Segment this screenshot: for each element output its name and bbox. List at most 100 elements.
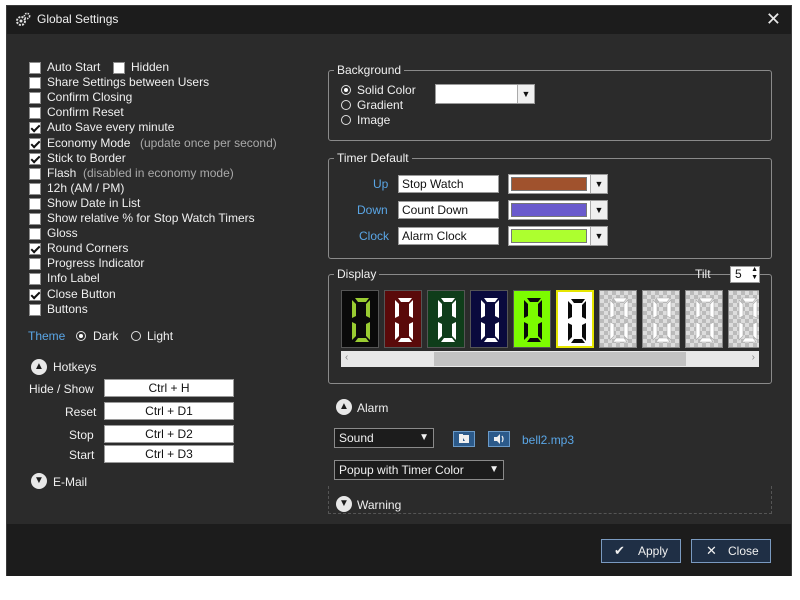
display-digit-preview[interactable]: 0 xyxy=(599,290,637,348)
background-image-label: Image xyxy=(357,113,391,127)
option-checkbox[interactable] xyxy=(29,304,41,316)
display-digit-preview[interactable]: 0 xyxy=(341,290,379,348)
timer-row-name-field[interactable]: Stop Watch xyxy=(398,175,499,193)
option-checkbox[interactable] xyxy=(29,213,41,225)
tilt-up-icon[interactable]: ▲ xyxy=(751,266,758,273)
chevron-down-icon[interactable]: ▼ xyxy=(517,85,534,103)
option-checkbox[interactable] xyxy=(29,243,41,255)
option-checkbox[interactable] xyxy=(29,92,41,104)
timer-row-color-swatch xyxy=(511,229,587,243)
option-note: (update once per second) xyxy=(140,136,277,150)
scroll-right-icon[interactable]: › xyxy=(752,352,755,363)
popup-select[interactable]: Popup with Timer Color ▼ xyxy=(334,460,504,480)
display-digit-preview[interactable]: 0 xyxy=(685,290,723,348)
option-checkbox[interactable] xyxy=(29,183,41,195)
hotkey-field-stop[interactable]: Ctrl + D2 xyxy=(104,425,234,443)
chevron-up-icon[interactable]: ▲ xyxy=(336,399,352,415)
display-digit-preview[interactable]: 0 xyxy=(728,290,759,348)
option-checkbox[interactable] xyxy=(29,138,41,150)
option-label: Gloss xyxy=(47,226,78,240)
theme-dark-radio[interactable] xyxy=(76,331,86,341)
hotkey-field-start[interactable]: Ctrl + D3 xyxy=(104,445,234,463)
scroll-left-icon[interactable]: ‹ xyxy=(345,352,348,363)
digit-value: 0 xyxy=(604,295,605,296)
hotkey-label-reset: Reset xyxy=(65,405,97,419)
theme-label: Theme xyxy=(28,329,66,343)
window-close-icon[interactable]: ✕ xyxy=(766,9,781,30)
apply-label: Apply xyxy=(638,544,669,558)
option-checkbox[interactable] xyxy=(29,289,41,301)
display-digit-preview[interactable]: 0 xyxy=(470,290,508,348)
chevron-down-icon[interactable]: ▼ xyxy=(31,473,47,489)
timer-row-color-swatch xyxy=(511,203,587,217)
speaker-icon[interactable] xyxy=(488,431,510,447)
option-checkbox[interactable] xyxy=(29,107,41,119)
option-label: Confirm Closing xyxy=(47,90,133,104)
background-solid-radio[interactable] xyxy=(341,85,351,95)
display-title: Display xyxy=(334,267,380,281)
hotkey-field-reset[interactable]: Ctrl + D1 xyxy=(104,402,234,420)
theme-dark-label: Dark xyxy=(93,329,119,343)
email-title[interactable]: E-Mail xyxy=(53,475,87,489)
display-digit-preview[interactable]: 0 xyxy=(427,290,465,348)
option-checkbox[interactable] xyxy=(29,62,41,74)
hotkey-field-hide-show[interactable]: Ctrl + H xyxy=(104,379,234,397)
background-color-picker[interactable]: ▼ xyxy=(435,84,535,104)
background-color-swatch xyxy=(438,87,514,101)
tilt-down-icon[interactable]: ▼ xyxy=(751,274,758,281)
display-digit-preview[interactable]: 0 xyxy=(642,290,680,348)
hidden-checkbox[interactable] xyxy=(113,62,125,74)
display-scrollbar[interactable]: ‹ › xyxy=(341,351,759,367)
option-label: Share Settings between Users xyxy=(47,75,210,89)
option-checkbox[interactable] xyxy=(29,122,41,134)
scrollbar-thumb[interactable] xyxy=(434,352,686,366)
tilt-stepper[interactable]: 5 ▲ ▼ xyxy=(730,266,760,283)
timer-row-label: Clock xyxy=(359,229,390,243)
option-label: Close Button xyxy=(47,287,116,301)
timer-row-color-picker[interactable]: ▼ xyxy=(508,200,608,220)
display-digit-preview[interactable]: 0 xyxy=(556,290,594,348)
theme-light-radio[interactable] xyxy=(131,331,141,341)
timer-row-label: Up xyxy=(373,177,389,191)
option-checkbox[interactable] xyxy=(29,228,41,240)
timer-default-title: Timer Default xyxy=(334,151,412,165)
settings-content: Auto Start Share Settings between Users Co… xyxy=(7,34,791,524)
theme-light-label: Light xyxy=(147,329,174,343)
open-folder-icon[interactable] xyxy=(453,431,475,447)
hotkey-label-hide-show: Hide / Show xyxy=(29,382,94,396)
option-label: Progress Indicator xyxy=(47,256,145,270)
display-digit-preview[interactable]: 0 xyxy=(513,290,551,348)
timer-row-color-picker[interactable]: ▼ xyxy=(508,226,608,246)
option-label: Buttons xyxy=(47,302,88,316)
option-checkbox[interactable] xyxy=(29,77,41,89)
sound-select[interactable]: Sound ▼ xyxy=(334,428,434,448)
alarm-file-link[interactable]: bell2.mp3 xyxy=(522,433,574,447)
timer-row-color-picker[interactable]: ▼ xyxy=(508,174,608,194)
hotkeys-title[interactable]: Hotkeys xyxy=(53,360,96,374)
background-gradient-label: Gradient xyxy=(357,98,404,112)
chevron-down-icon[interactable]: ▼ xyxy=(590,201,607,219)
background-gradient-radio[interactable] xyxy=(341,100,351,110)
option-label: Show Date in List xyxy=(47,196,141,210)
background-title: Background xyxy=(334,63,405,77)
option-checkbox[interactable] xyxy=(29,168,41,180)
timer-row-name-field[interactable]: Alarm Clock xyxy=(398,227,499,245)
option-checkbox[interactable] xyxy=(29,198,41,210)
settings-window: Global Settings ✕ Auto Start Share Settin… xyxy=(6,5,792,576)
background-image-radio[interactable] xyxy=(341,115,351,125)
digit-value: 0 xyxy=(690,295,691,296)
digit-value: 0 xyxy=(562,296,563,297)
chevron-down-icon[interactable]: ▼ xyxy=(590,227,607,245)
apply-button[interactable]: ✔ Apply xyxy=(601,539,681,563)
chevron-down-icon[interactable]: ▼ xyxy=(336,496,352,512)
option-checkbox[interactable] xyxy=(29,273,41,285)
warning-title[interactable]: Warning xyxy=(357,498,401,512)
display-digit-preview[interactable]: 0 xyxy=(384,290,422,348)
timer-row-name-field[interactable]: Count Down xyxy=(398,201,499,219)
chevron-down-icon[interactable]: ▼ xyxy=(590,175,607,193)
option-checkbox[interactable] xyxy=(29,258,41,270)
chevron-up-icon[interactable]: ▲ xyxy=(31,359,47,375)
close-button[interactable]: ✕ Close xyxy=(691,539,771,563)
alarm-title[interactable]: Alarm xyxy=(357,401,388,415)
option-checkbox[interactable] xyxy=(29,153,41,165)
